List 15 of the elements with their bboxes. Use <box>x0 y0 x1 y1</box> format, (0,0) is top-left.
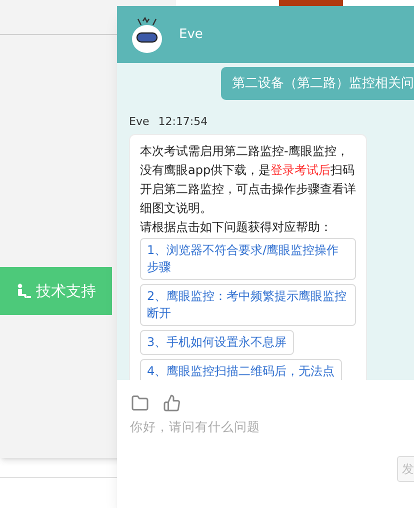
thumbs-up-icon[interactable] <box>163 394 181 412</box>
chat-title: Eve <box>179 26 203 44</box>
person-at-desk-icon <box>16 283 32 299</box>
message-time: 12:17:54 <box>158 114 208 130</box>
folder-icon[interactable] <box>131 394 149 412</box>
sender-name: Eve <box>129 114 150 130</box>
question-option[interactable]: 2、鹰眼监控：考中频繁提示鹰眼监控断开 <box>140 284 356 326</box>
question-option[interactable]: 4、鹰眼监控扫描二维码后，无法点 <box>140 358 342 380</box>
user-message-bubble: 第二设备（第二路）监控相关问 <box>221 67 414 100</box>
message-text: 请根据点击如下问题获得对应帮助： <box>140 218 333 236</box>
message-input[interactable]: 你好，请问有什么问题 <box>130 418 390 437</box>
question-option[interactable]: 3、手机如何设置永不息屏 <box>140 330 294 354</box>
question-option[interactable]: 1、浏览器不符合要求/鹰眼监控操作步骤 <box>140 238 356 280</box>
message-text: 本次考试需启用第二路监控-鹰眼监控，没有鹰眼app供下载，是登录考试后扫码开启第二路监控，可点击操作步骤查看详细图文说明。 <box>140 142 356 216</box>
robot-avatar-icon <box>129 16 165 54</box>
